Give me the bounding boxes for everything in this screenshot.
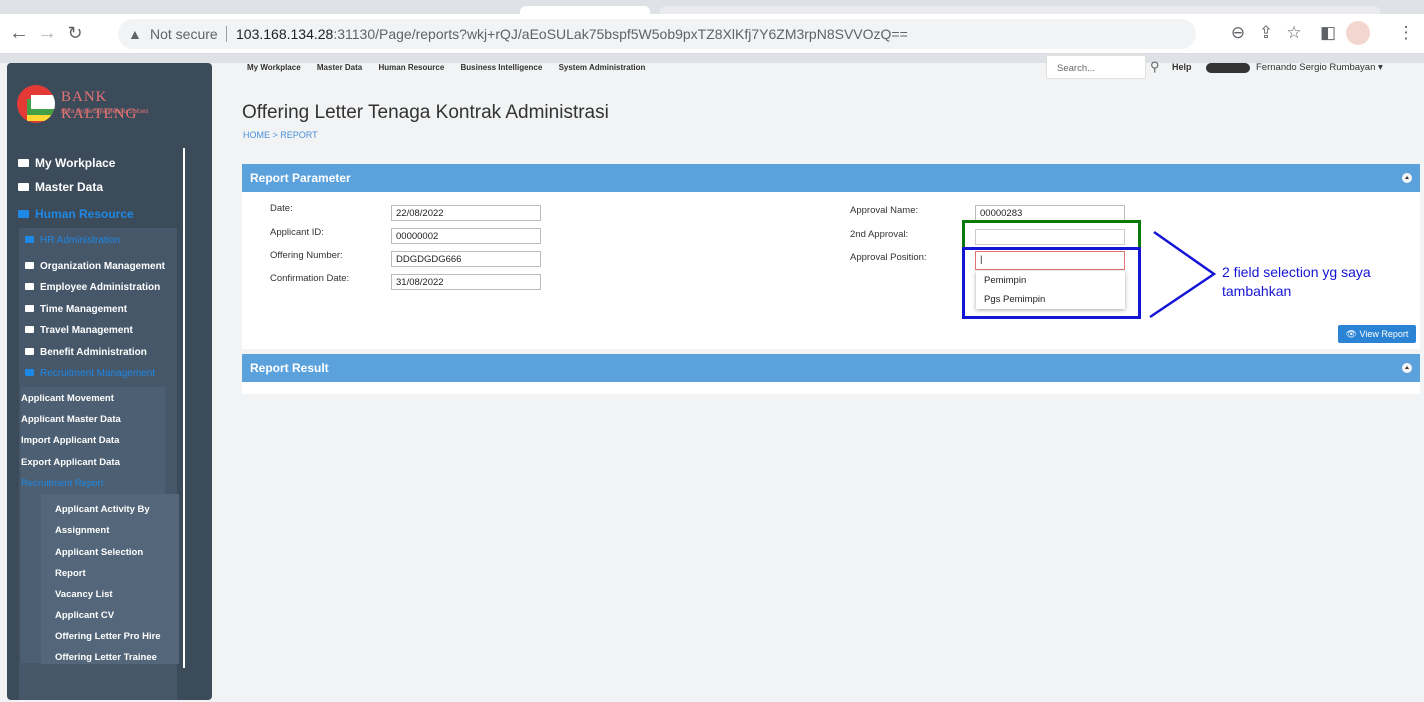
topnav-my-workplace[interactable]: My Workplace <box>247 63 301 72</box>
sidebar-item-time-management[interactable]: Time Management <box>25 300 127 320</box>
sidebar-item-travel-management[interactable]: Travel Management <box>25 321 133 341</box>
collapse-icon[interactable] <box>1402 363 1412 373</box>
sidebar-item-human-resource[interactable]: Human Resource <box>18 204 134 224</box>
eye-icon: 👁 <box>1345 329 1358 339</box>
avatar[interactable] <box>1206 63 1250 73</box>
report-result-title: Report Result <box>250 361 329 375</box>
annotation-green-box <box>962 220 1141 250</box>
topnav-business-intelligence[interactable]: Business Intelligence <box>461 63 543 72</box>
offering-number-field[interactable]: DDGDGDG666 <box>391 251 541 267</box>
sidebar-item-benefit-administration[interactable]: Benefit Administration <box>25 343 147 363</box>
report-parameter-header: Report Parameter <box>242 164 1420 192</box>
logo-emblem <box>17 85 55 123</box>
kebab-menu-icon[interactable]: ⋮ <box>1394 21 1418 45</box>
browser-toolbar: ← → ↻ ▲ Not secure 103.168.134.28:31130/… <box>0 14 1424 54</box>
forward-arrow-icon[interactable]: → <box>34 20 60 46</box>
help-link[interactable]: Help <box>1172 62 1192 72</box>
bank-logo[interactable]: BANK KALTENG Mitra Terpercaya Menuju Suk… <box>17 83 187 127</box>
sidebar-scrollbar[interactable] <box>183 148 185 668</box>
folder-icon <box>25 283 34 290</box>
share-icon[interactable]: ⇪ <box>1254 21 1278 45</box>
star-icon[interactable]: ☆ <box>1282 21 1306 45</box>
view-report-button[interactable]: 👁 View Report <box>1338 325 1416 343</box>
sidebar-item-applicant-movement[interactable]: Applicant Movement <box>21 389 114 409</box>
date-label: Date: <box>270 203 293 214</box>
annotation-arrow-icon <box>1149 230 1217 319</box>
sidebar-item-applicant-activity[interactable]: Applicant Activity By <box>55 500 150 520</box>
search-input[interactable]: Search... <box>1046 55 1146 79</box>
folder-icon <box>25 236 34 243</box>
profile-icon[interactable] <box>1346 21 1370 45</box>
top-navigation: My Workplace Master Data Human Resource … <box>247 63 659 77</box>
folder-icon <box>18 159 29 167</box>
side-panel-icon[interactable]: ◧ <box>1316 21 1340 45</box>
page-title: Offering Letter Tenaga Kontrak Administr… <box>242 102 609 123</box>
approval-name-label: Approval Name: <box>850 205 919 216</box>
sidebar-item-vacancy-list[interactable]: Vacancy List <box>55 585 113 605</box>
breadcrumb[interactable]: HOME > REPORT <box>243 130 318 140</box>
sidebar-item-applicant-master-data[interactable]: Applicant Master Data <box>21 410 121 430</box>
applicant-id-field[interactable]: 00000002 <box>391 228 541 244</box>
url-text: 103.168.134.28:31130/Page/reports?wkj+rQ… <box>236 26 908 42</box>
browser-tab[interactable] <box>520 6 650 14</box>
folder-icon <box>25 305 34 312</box>
report-parameter-title: Report Parameter <box>250 171 351 185</box>
annotation-text: 2 field selection yg saya tambahkan <box>1222 264 1371 299</box>
topnav-master-data[interactable]: Master Data <box>317 63 362 72</box>
sidebar-item-applicant-selection-cont[interactable]: Report <box>55 564 86 584</box>
approval-name-field[interactable]: 00000283 <box>975 205 1125 221</box>
second-approval-label: 2nd Approval: <box>850 229 909 240</box>
sidebar-item-hr-administration[interactable]: HR Administration <box>25 231 120 251</box>
confirmation-date-field[interactable]: 31/08/2022 <box>391 274 541 290</box>
approval-position-label: Approval Position: <box>850 252 927 263</box>
sidebar-item-applicant-cv[interactable]: Applicant CV <box>55 606 114 626</box>
sidebar-item-applicant-activity-cont[interactable]: Assignment <box>55 521 109 541</box>
folder-icon <box>25 369 34 376</box>
search-icon[interactable]: ⚲ <box>1150 58 1168 76</box>
address-bar[interactable]: ▲ Not secure 103.168.134.28:31130/Page/r… <box>118 19 1196 49</box>
report-result-header: Report Result <box>242 354 1420 382</box>
report-result-body <box>242 382 1420 394</box>
tab-strip <box>0 0 1424 14</box>
sidebar-item-offering-letter-trainee[interactable]: Offering Letter Trainee <box>55 648 157 668</box>
sidebar-item-organization-management[interactable]: Organization Management <box>25 257 165 277</box>
security-label: Not secure <box>150 26 218 42</box>
zoom-icon[interactable]: ⊖ <box>1226 21 1250 45</box>
sidebar-item-recruitment-report[interactable]: Recruitment Report <box>21 474 103 494</box>
browser-tab-inactive[interactable] <box>660 6 1380 14</box>
sidebar-item-master-data[interactable]: Master Data <box>18 177 103 197</box>
folder-icon <box>25 262 34 269</box>
folder-icon <box>25 326 34 333</box>
date-field[interactable]: 22/08/2022 <box>391 205 541 221</box>
offering-number-label: Offering Number: <box>270 250 343 261</box>
sidebar-item-applicant-selection[interactable]: Applicant Selection <box>55 543 143 563</box>
sidebar-item-my-workplace[interactable]: My Workplace <box>18 153 115 173</box>
sidebar-item-offering-letter-pro-hire[interactable]: Offering Letter Pro Hire <box>55 627 161 647</box>
sidebar: BANK KALTENG Mitra Terpercaya Menuju Suk… <box>7 63 212 700</box>
topnav-system-administration[interactable]: System Administration <box>559 63 646 72</box>
omnibox-divider <box>226 26 227 42</box>
folder-icon <box>18 183 29 191</box>
reload-icon[interactable]: ↻ <box>62 20 88 46</box>
user-menu[interactable]: Fernando Sergio Rumbayan ▾ <box>1256 62 1383 73</box>
warning-icon: ▲ <box>128 26 142 42</box>
browser-chrome: ← → ↻ ▲ Not secure 103.168.134.28:31130/… <box>0 0 1424 63</box>
collapse-icon[interactable] <box>1402 173 1412 183</box>
sidebar-item-export-applicant-data[interactable]: Export Applicant Data <box>21 453 120 473</box>
applicant-id-label: Applicant ID: <box>270 227 324 238</box>
confirmation-date-label: Confirmation Date: <box>270 273 350 284</box>
topnav-human-resource[interactable]: Human Resource <box>378 63 444 72</box>
back-arrow-icon[interactable]: ← <box>6 20 32 46</box>
sidebar-item-recruitment-management[interactable]: Recruitment Management <box>25 364 155 384</box>
folder-icon <box>18 210 29 218</box>
sidebar-item-employee-administration[interactable]: Employee Administration <box>25 278 160 298</box>
sidebar-item-import-applicant-data[interactable]: Import Applicant Data <box>21 431 119 451</box>
annotation-blue-box <box>962 247 1141 319</box>
logo-tagline: Mitra Terpercaya Menuju Sukses <box>61 109 149 115</box>
folder-icon <box>25 348 34 355</box>
logo-name: BANK KALTENG <box>61 89 138 122</box>
